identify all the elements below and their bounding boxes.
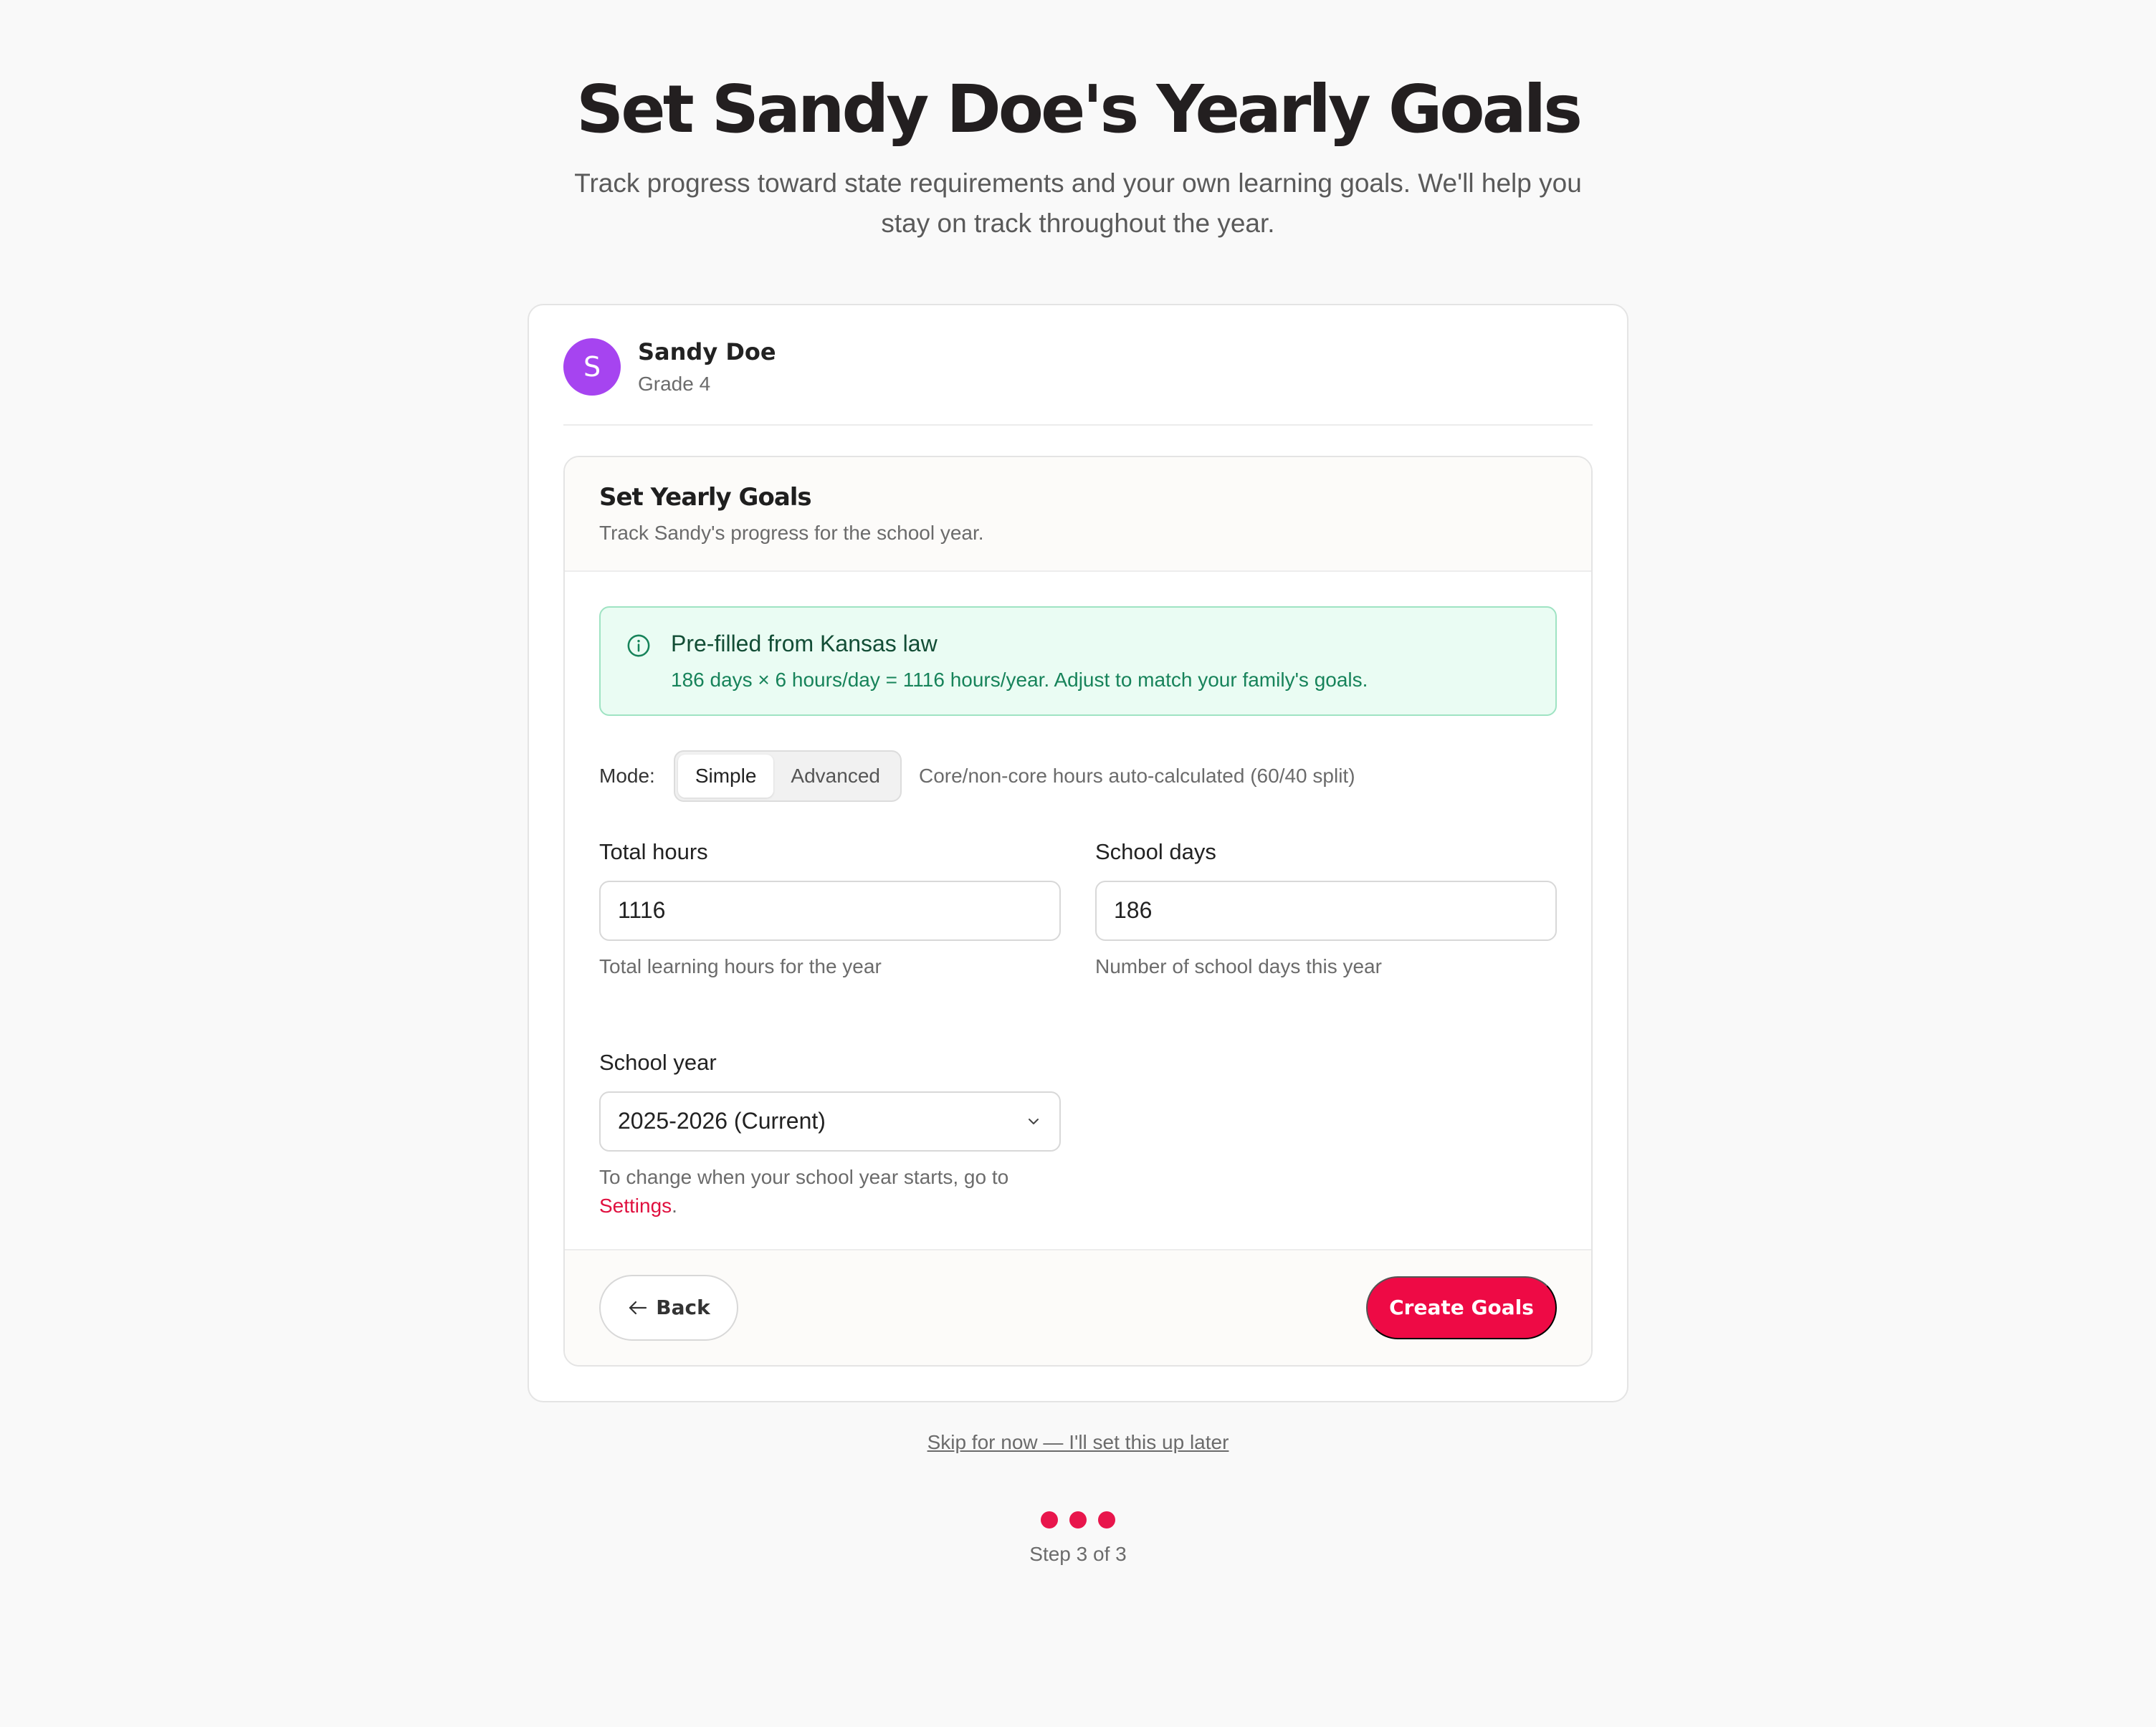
panel-footer: Back Create Goals xyxy=(565,1248,1591,1365)
yearly-goals-panel: Set Yearly Goals Track Sandy's progress … xyxy=(563,455,1593,1367)
notice-title: Pre-filled from Kansas law xyxy=(671,630,938,656)
school-year-value: 2025-2026 (Current) xyxy=(618,1108,826,1134)
goals-card: S Sandy Doe Grade 4 Set Yearly Goals Tra… xyxy=(528,303,1628,1402)
school-year-help-text: To change when your school year starts, … xyxy=(599,1165,1009,1188)
mode-simple-option[interactable]: Simple xyxy=(677,754,774,798)
create-goals-button[interactable]: Create Goals xyxy=(1366,1276,1557,1339)
total-hours-field: Total hours 1116 Total learning hours fo… xyxy=(599,839,1061,981)
hours-days-fields: Total hours 1116 Total learning hours fo… xyxy=(599,839,1557,981)
mode-row: Mode: Simple Advanced Core/non-core hour… xyxy=(599,750,1557,802)
panel-title: Set Yearly Goals xyxy=(599,482,812,512)
info-icon xyxy=(627,634,650,657)
step-dot xyxy=(1098,1511,1115,1529)
school-days-help: Number of school days this year xyxy=(1095,955,1382,977)
page-title: Set Sandy Doe's Yearly Goals xyxy=(576,71,1583,148)
school-days-field: School days 186 Number of school days th… xyxy=(1095,839,1557,981)
notice-text: Pre-filled from Kansas law 186 days × 6 … xyxy=(671,631,1368,692)
onboarding-page: Set Sandy Doe's Yearly Goals Track progr… xyxy=(0,0,2156,1727)
back-button-label: Back xyxy=(656,1296,710,1320)
school-days-label: School days xyxy=(1095,838,1216,864)
school-days-input[interactable]: 186 xyxy=(1095,880,1557,941)
step-indicator xyxy=(1041,1511,1115,1529)
skip-link[interactable]: Skip for now — I'll set this up later xyxy=(927,1431,1229,1454)
panel-body: Pre-filled from Kansas law 186 days × 6 … xyxy=(565,571,1591,1249)
step-dot xyxy=(1069,1511,1087,1529)
notice-detail: 186 days × 6 hours/day = 1116 hours/year… xyxy=(671,668,1368,691)
mode-toggle: Simple Advanced xyxy=(673,750,902,802)
school-year-help: To change when your school year starts, … xyxy=(599,1163,1061,1220)
student-header: S Sandy Doe Grade 4 xyxy=(563,338,1593,426)
avatar: S xyxy=(563,338,621,396)
panel-subtitle: Track Sandy's progress for the school ye… xyxy=(599,521,984,544)
total-hours-input[interactable]: 1116 xyxy=(599,880,1061,941)
student-info: Sandy Doe Grade 4 xyxy=(638,338,776,396)
back-button[interactable]: Back xyxy=(599,1274,738,1341)
student-grade: Grade 4 xyxy=(638,372,711,395)
chevron-down-icon xyxy=(1029,1118,1039,1124)
step-dot xyxy=(1041,1511,1058,1529)
school-year-label: School year xyxy=(599,1049,717,1075)
panel-header: Set Yearly Goals Track Sandy's progress … xyxy=(565,456,1591,572)
step-label: Step 3 of 3 xyxy=(1029,1542,1127,1565)
arrow-left-icon xyxy=(629,1301,647,1314)
mode-hint: Core/non-core hours auto-calculated (60/… xyxy=(918,764,1355,787)
settings-link[interactable]: Settings xyxy=(599,1195,672,1217)
mode-advanced-option[interactable]: Advanced xyxy=(773,755,897,798)
student-name: Sandy Doe xyxy=(638,338,776,365)
total-hours-help: Total learning hours for the year xyxy=(599,955,882,977)
prefill-notice: Pre-filled from Kansas law 186 days × 6 … xyxy=(599,606,1557,716)
school-year-select[interactable]: 2025-2026 (Current) xyxy=(599,1091,1061,1152)
school-year-help-end: . xyxy=(672,1194,677,1217)
school-year-field: School year 2025-2026 (Current) To chang… xyxy=(599,1050,1061,1220)
mode-label: Mode: xyxy=(599,764,655,787)
page-subtitle: Track progress toward state requirements… xyxy=(574,168,1582,238)
total-hours-label: Total hours xyxy=(599,838,708,864)
